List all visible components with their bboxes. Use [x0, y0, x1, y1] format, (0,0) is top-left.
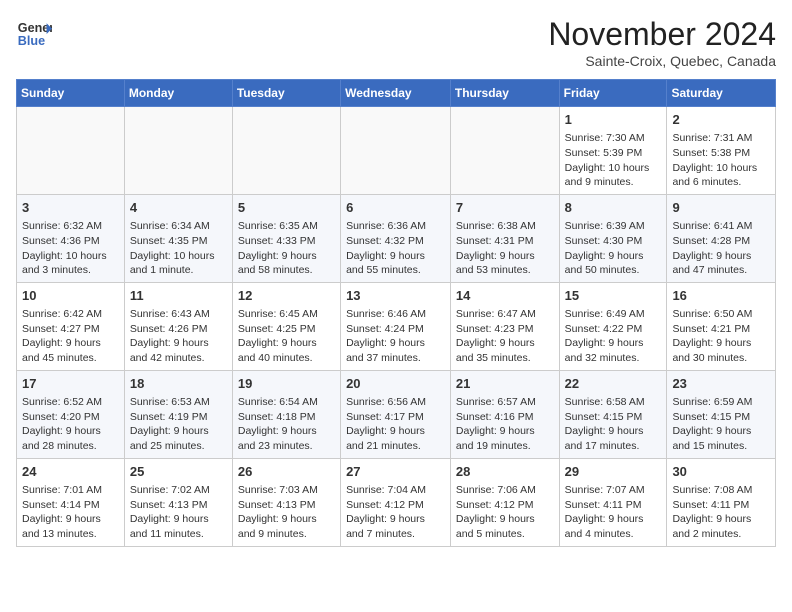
calendar-cell: 17Sunrise: 6:52 AMSunset: 4:20 PMDayligh…: [17, 370, 125, 458]
calendar-cell: 3Sunrise: 6:32 AMSunset: 4:36 PMDaylight…: [17, 194, 125, 282]
calendar-cell: 21Sunrise: 6:57 AMSunset: 4:16 PMDayligh…: [450, 370, 559, 458]
day-number: 24: [22, 463, 119, 481]
title-area: November 2024 Sainte-Croix, Quebec, Cana…: [548, 16, 776, 69]
day-number: 12: [238, 287, 335, 305]
day-number: 2: [672, 111, 770, 129]
calendar-cell: 12Sunrise: 6:45 AMSunset: 4:25 PMDayligh…: [232, 282, 340, 370]
day-number: 11: [130, 287, 227, 305]
calendar-cell: 27Sunrise: 7:04 AMSunset: 4:12 PMDayligh…: [341, 458, 451, 546]
calendar-body: 1Sunrise: 7:30 AMSunset: 5:39 PMDaylight…: [17, 107, 776, 547]
day-number: 9: [672, 199, 770, 217]
calendar-cell: 29Sunrise: 7:07 AMSunset: 4:11 PMDayligh…: [559, 458, 667, 546]
header-row: SundayMondayTuesdayWednesdayThursdayFrid…: [17, 80, 776, 107]
day-number: 17: [22, 375, 119, 393]
header-day-friday: Friday: [559, 80, 667, 107]
calendar-cell: 24Sunrise: 7:01 AMSunset: 4:14 PMDayligh…: [17, 458, 125, 546]
calendar-cell: [124, 107, 232, 195]
calendar-cell: 16Sunrise: 6:50 AMSunset: 4:21 PMDayligh…: [667, 282, 776, 370]
day-number: 6: [346, 199, 445, 217]
calendar-cell: 18Sunrise: 6:53 AMSunset: 4:19 PMDayligh…: [124, 370, 232, 458]
day-number: 21: [456, 375, 554, 393]
calendar-cell: 5Sunrise: 6:35 AMSunset: 4:33 PMDaylight…: [232, 194, 340, 282]
day-number: 1: [565, 111, 662, 129]
day-number: 26: [238, 463, 335, 481]
calendar-cell: 7Sunrise: 6:38 AMSunset: 4:31 PMDaylight…: [450, 194, 559, 282]
day-number: 5: [238, 199, 335, 217]
week-row-5: 24Sunrise: 7:01 AMSunset: 4:14 PMDayligh…: [17, 458, 776, 546]
day-number: 3: [22, 199, 119, 217]
header-day-wednesday: Wednesday: [341, 80, 451, 107]
calendar-cell: 6Sunrise: 6:36 AMSunset: 4:32 PMDaylight…: [341, 194, 451, 282]
week-row-2: 3Sunrise: 6:32 AMSunset: 4:36 PMDaylight…: [17, 194, 776, 282]
day-number: 27: [346, 463, 445, 481]
day-number: 23: [672, 375, 770, 393]
day-number: 4: [130, 199, 227, 217]
day-number: 13: [346, 287, 445, 305]
calendar-cell: 9Sunrise: 6:41 AMSunset: 4:28 PMDaylight…: [667, 194, 776, 282]
day-number: 29: [565, 463, 662, 481]
header-day-thursday: Thursday: [450, 80, 559, 107]
calendar-cell: [232, 107, 340, 195]
header: General Blue November 2024 Sainte-Croix,…: [16, 16, 776, 69]
calendar-cell: 22Sunrise: 6:58 AMSunset: 4:15 PMDayligh…: [559, 370, 667, 458]
header-day-saturday: Saturday: [667, 80, 776, 107]
day-number: 30: [672, 463, 770, 481]
day-number: 16: [672, 287, 770, 305]
calendar-cell: 23Sunrise: 6:59 AMSunset: 4:15 PMDayligh…: [667, 370, 776, 458]
calendar-cell: [450, 107, 559, 195]
calendar-cell: 28Sunrise: 7:06 AMSunset: 4:12 PMDayligh…: [450, 458, 559, 546]
week-row-1: 1Sunrise: 7:30 AMSunset: 5:39 PMDaylight…: [17, 107, 776, 195]
day-number: 19: [238, 375, 335, 393]
calendar-cell: 4Sunrise: 6:34 AMSunset: 4:35 PMDaylight…: [124, 194, 232, 282]
calendar-cell: 1Sunrise: 7:30 AMSunset: 5:39 PMDaylight…: [559, 107, 667, 195]
calendar-cell: 26Sunrise: 7:03 AMSunset: 4:13 PMDayligh…: [232, 458, 340, 546]
day-number: 20: [346, 375, 445, 393]
calendar-cell: 30Sunrise: 7:08 AMSunset: 4:11 PMDayligh…: [667, 458, 776, 546]
week-row-3: 10Sunrise: 6:42 AMSunset: 4:27 PMDayligh…: [17, 282, 776, 370]
day-number: 25: [130, 463, 227, 481]
day-number: 28: [456, 463, 554, 481]
calendar-cell: 14Sunrise: 6:47 AMSunset: 4:23 PMDayligh…: [450, 282, 559, 370]
day-number: 10: [22, 287, 119, 305]
calendar-cell: 20Sunrise: 6:56 AMSunset: 4:17 PMDayligh…: [341, 370, 451, 458]
calendar-header: SundayMondayTuesdayWednesdayThursdayFrid…: [17, 80, 776, 107]
header-day-monday: Monday: [124, 80, 232, 107]
logo: General Blue: [16, 16, 52, 52]
day-number: 18: [130, 375, 227, 393]
header-day-tuesday: Tuesday: [232, 80, 340, 107]
calendar-cell: 13Sunrise: 6:46 AMSunset: 4:24 PMDayligh…: [341, 282, 451, 370]
calendar-cell: 10Sunrise: 6:42 AMSunset: 4:27 PMDayligh…: [17, 282, 125, 370]
calendar-cell: 11Sunrise: 6:43 AMSunset: 4:26 PMDayligh…: [124, 282, 232, 370]
day-number: 14: [456, 287, 554, 305]
header-day-sunday: Sunday: [17, 80, 125, 107]
calendar-cell: [341, 107, 451, 195]
calendar-table: SundayMondayTuesdayWednesdayThursdayFrid…: [16, 79, 776, 547]
day-number: 15: [565, 287, 662, 305]
logo-icon: General Blue: [16, 16, 52, 52]
calendar-cell: 2Sunrise: 7:31 AMSunset: 5:38 PMDaylight…: [667, 107, 776, 195]
day-number: 8: [565, 199, 662, 217]
day-number: 7: [456, 199, 554, 217]
day-number: 22: [565, 375, 662, 393]
calendar-cell: 8Sunrise: 6:39 AMSunset: 4:30 PMDaylight…: [559, 194, 667, 282]
page-subtitle: Sainte-Croix, Quebec, Canada: [548, 53, 776, 69]
calendar-cell: 25Sunrise: 7:02 AMSunset: 4:13 PMDayligh…: [124, 458, 232, 546]
calendar-cell: [17, 107, 125, 195]
svg-text:Blue: Blue: [18, 34, 45, 48]
calendar-cell: 15Sunrise: 6:49 AMSunset: 4:22 PMDayligh…: [559, 282, 667, 370]
calendar-cell: 19Sunrise: 6:54 AMSunset: 4:18 PMDayligh…: [232, 370, 340, 458]
page-title: November 2024: [548, 16, 776, 53]
week-row-4: 17Sunrise: 6:52 AMSunset: 4:20 PMDayligh…: [17, 370, 776, 458]
